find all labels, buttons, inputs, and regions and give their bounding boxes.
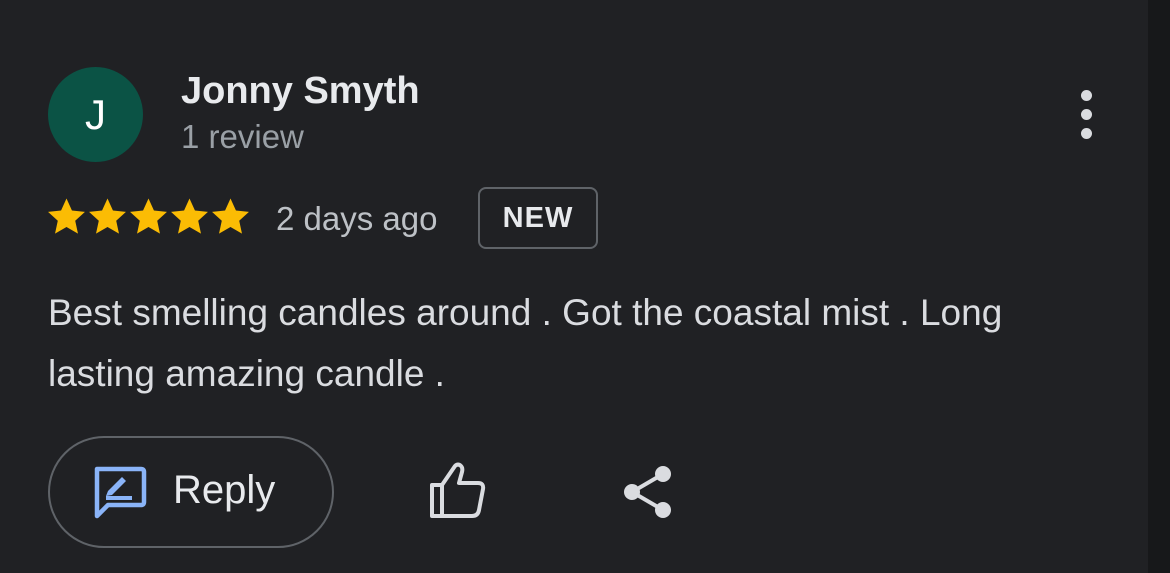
- review-date: 2 days ago: [276, 200, 438, 237]
- more-vertical-icon: [1080, 89, 1092, 101]
- star-icon: [130, 198, 167, 234]
- scroll-edge: [1148, 0, 1170, 573]
- new-badge: NEW: [478, 187, 598, 249]
- star-icon: [89, 198, 126, 234]
- reply-button[interactable]: Reply: [48, 436, 334, 548]
- star-rating: [46, 196, 251, 238]
- share-icon[interactable]: [618, 462, 678, 522]
- more-vertical-icon-dot: [1080, 127, 1092, 139]
- star-icon: [48, 198, 85, 234]
- more-vertical-icon-dot: [1080, 108, 1092, 120]
- star-icon: [212, 198, 249, 234]
- author-name[interactable]: Jonny Smyth: [181, 70, 420, 113]
- thumbs-up-icon[interactable]: [424, 458, 490, 522]
- reply-label: Reply: [173, 468, 276, 512]
- star-icon: [171, 198, 208, 234]
- reply-icon: [94, 466, 147, 519]
- review-count: 1 review: [181, 118, 304, 155]
- avatar[interactable]: J: [48, 67, 143, 162]
- review-card: J Jonny Smyth 1 review 2 days ago NEW Be…: [0, 0, 1170, 573]
- review-text: Best smelling candles around . Got the c…: [48, 292, 1003, 394]
- more-options-button[interactable]: [1062, 84, 1110, 144]
